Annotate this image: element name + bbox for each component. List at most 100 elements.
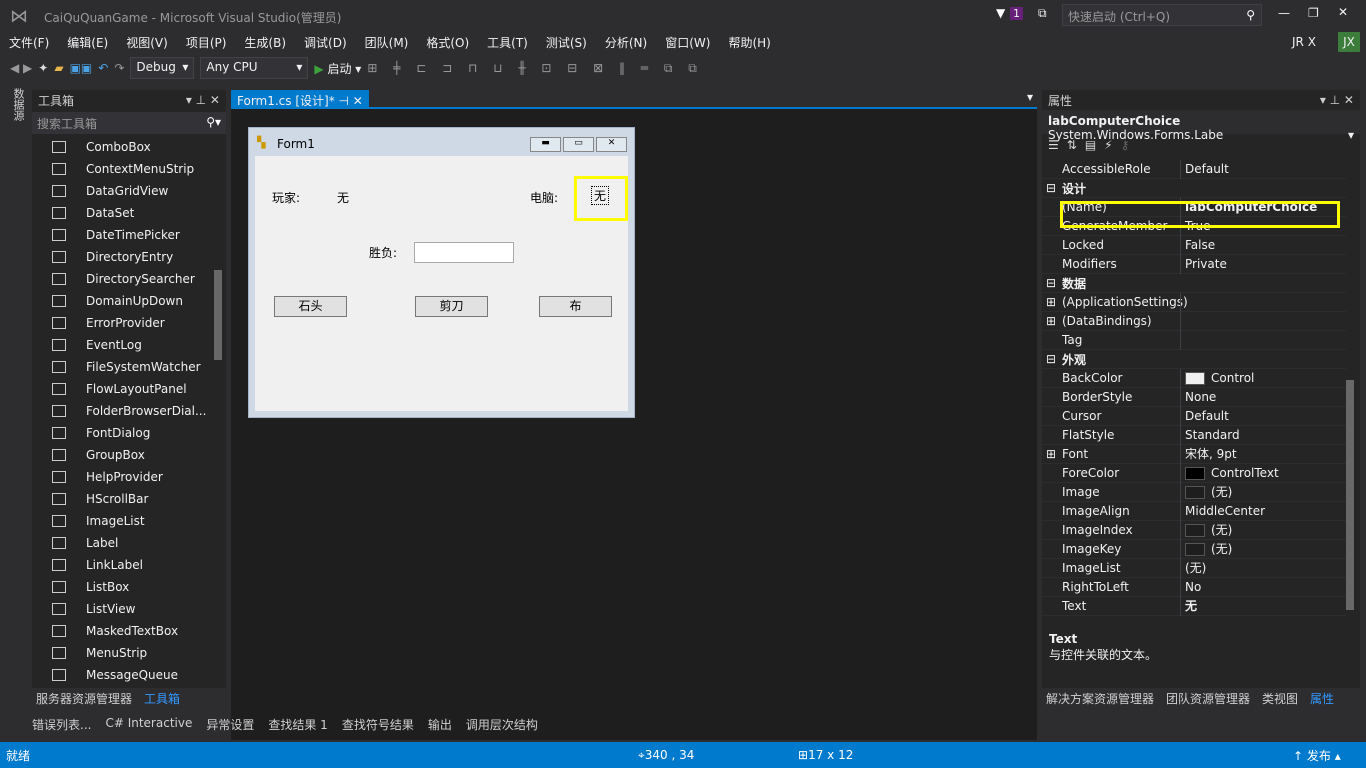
property-value[interactable]: Standard <box>1180 425 1346 445</box>
property-row[interactable]: Modifiers Private <box>1042 254 1346 274</box>
result-label[interactable]: 胜负: <box>369 244 397 261</box>
menu-item[interactable]: 项目(P) <box>177 32 236 52</box>
toolbox-item[interactable]: ImageList <box>32 510 226 532</box>
property-row[interactable]: ImageIndex (无) <box>1042 520 1346 540</box>
toolbox-item[interactable]: DirectoryEntry <box>32 246 226 268</box>
toolbox-item[interactable]: ListView <box>32 598 226 620</box>
property-value[interactable]: None <box>1180 387 1346 407</box>
bottom-tab[interactable]: 异常设置 <box>202 716 258 733</box>
result-textbox[interactable] <box>414 242 514 263</box>
redo-icon[interactable]: ↷ <box>114 61 124 75</box>
property-row[interactable]: FlatStyle Standard <box>1042 425 1346 445</box>
toolbox-item[interactable]: FontDialog <box>32 422 226 444</box>
properties-tab[interactable]: 解决方案资源管理器 <box>1042 690 1158 707</box>
property-value[interactable]: Default <box>1180 406 1346 426</box>
property-row[interactable]: ImageAlign MiddleCenter <box>1042 501 1346 521</box>
minimize-button[interactable]: — <box>1278 6 1290 20</box>
property-value[interactable]: (无) <box>1180 539 1346 559</box>
toolbox-item[interactable]: FileSystemWatcher <box>32 356 226 378</box>
menu-item[interactable]: 窗口(W) <box>656 32 719 52</box>
quick-launch-input[interactable]: 快速启动 (Ctrl+Q) ⚲ <box>1062 4 1262 26</box>
property-value[interactable]: MiddleCenter <box>1180 501 1346 521</box>
menu-item[interactable]: 分析(N) <box>596 32 656 52</box>
property-category[interactable]: ⊟ 设计 <box>1042 179 1346 198</box>
menu-item[interactable]: 编辑(E) <box>58 32 117 52</box>
property-value[interactable]: ControlText <box>1180 463 1346 483</box>
categorized-icon[interactable]: ☰ <box>1048 138 1067 152</box>
bottom-tab[interactable]: 调用层次结构 <box>462 716 542 733</box>
platform-dropdown[interactable]: Any CPU ▾ <box>200 57 309 79</box>
toolbox-item[interactable]: ContextMenuStrip <box>32 158 226 180</box>
bottom-tab[interactable]: 错误列表... <box>28 716 95 733</box>
property-value[interactable] <box>1180 292 1346 312</box>
events-icon[interactable]: ⚡ <box>1104 138 1120 152</box>
property-value[interactable]: (无) <box>1180 482 1346 502</box>
expand-icon[interactable]: ⊞ <box>1042 295 1058 309</box>
toolbox-item[interactable]: DirectorySearcher <box>32 268 226 290</box>
bottom-tab[interactable]: 查找符号结果 <box>338 716 418 733</box>
property-value[interactable]: (无) <box>1180 558 1346 578</box>
expand-icon[interactable]: ⊞ <box>1042 314 1058 328</box>
player-label[interactable]: 玩家: <box>272 189 300 206</box>
filter-icon[interactable]: ▼ <box>996 6 1005 20</box>
property-row[interactable]: Image (无) <box>1042 482 1346 502</box>
toolbox-item[interactable]: HScrollBar <box>32 488 226 510</box>
property-category[interactable]: ⊟ 外观 <box>1042 350 1346 369</box>
property-row[interactable]: ⊞ (ApplicationSettings) <box>1042 292 1346 312</box>
menu-item[interactable]: 测试(S) <box>537 32 596 52</box>
property-value[interactable]: Private <box>1180 254 1346 274</box>
tab-overflow-icon[interactable]: ▾ <box>1027 90 1033 104</box>
save-icon[interactable]: ▣▣ <box>70 61 93 75</box>
property-row[interactable]: BackColor Control <box>1042 368 1346 388</box>
property-value[interactable] <box>1180 311 1346 331</box>
property-row[interactable]: ⊞ Font 宋体, 9pt <box>1042 444 1346 464</box>
start-button[interactable]: ▶ 启动 ▾ <box>314 60 361 77</box>
new-project-icon[interactable]: ✦ <box>38 61 48 75</box>
user-name[interactable]: JR X <box>1292 35 1316 49</box>
toolbox-tab[interactable]: 工具箱 <box>140 690 184 707</box>
menu-item[interactable]: 团队(M) <box>356 32 418 52</box>
toolbox-item[interactable]: FolderBrowserDial... <box>32 400 226 422</box>
panel-controls[interactable]: ▾ ⊥ ✕ <box>186 93 220 107</box>
toolbox-item[interactable]: FlowLayoutPanel <box>32 378 226 400</box>
toolbox-item[interactable]: HelpProvider <box>32 466 226 488</box>
toolbox-item[interactable]: ErrorProvider <box>32 312 226 334</box>
toolbox-item[interactable]: ListBox <box>32 576 226 598</box>
panel-controls[interactable]: ▾ ⊥ ✕ <box>1320 93 1354 107</box>
property-pages-icon[interactable]: ⚷ <box>1121 138 1138 152</box>
property-row[interactable]: Tag <box>1042 330 1346 350</box>
feedback-icon[interactable]: ⧉ <box>1038 6 1047 21</box>
form-minimize-button[interactable]: ▬ <box>530 137 561 152</box>
property-scrollbar[interactable] <box>1346 380 1354 610</box>
property-row[interactable]: ForeColor ControlText <box>1042 463 1346 483</box>
player-choice-label[interactable]: 无 <box>337 189 349 206</box>
property-row[interactable]: AccessibleRole Default <box>1042 160 1346 179</box>
object-selector[interactable]: labComputerChoice System.Windows.Forms.L… <box>1042 110 1360 142</box>
paper-button[interactable]: 布 <box>539 296 612 317</box>
property-value[interactable]: (无) <box>1180 520 1346 540</box>
layout-toolbar-icons[interactable]: ⊞ ╪ ⊏ ⊐ ⊓ ⊔ ╫ ⊡ ⊟ ⊠ ‖ ═ ⧉ ⧉ <box>367 61 702 76</box>
menu-item[interactable]: 工具(T) <box>478 32 537 52</box>
computer-label[interactable]: 电脑: <box>530 189 558 206</box>
property-value[interactable]: 无 <box>1180 596 1346 616</box>
config-dropdown[interactable]: Debug ▾ <box>130 57 195 79</box>
notification-badge[interactable]: 1 <box>1010 7 1023 20</box>
rock-button[interactable]: 石头 <box>274 296 347 317</box>
bottom-tab[interactable]: C# Interactive <box>101 716 196 733</box>
scissors-button[interactable]: 剪刀 <box>415 296 488 317</box>
form-maximize-button[interactable]: ▭ <box>563 137 594 152</box>
toolbox-item[interactable]: Label <box>32 532 226 554</box>
data-sources-tab[interactable]: 数据源 <box>8 88 26 121</box>
open-icon[interactable]: ▰ <box>54 61 63 75</box>
property-row[interactable]: ImageKey (无) <box>1042 539 1346 559</box>
menu-item[interactable]: 生成(B) <box>235 32 295 52</box>
menu-item[interactable]: 帮助(H) <box>719 32 779 52</box>
menu-item[interactable]: 调试(D) <box>295 32 356 52</box>
property-value[interactable]: Control <box>1180 368 1346 388</box>
avatar[interactable]: JX <box>1338 32 1360 52</box>
bottom-tab[interactable]: 输出 <box>424 716 456 733</box>
toolbox-item[interactable]: LinkLabel <box>32 554 226 576</box>
toolbox-item[interactable]: GroupBox <box>32 444 226 466</box>
properties-tab[interactable]: 类视图 <box>1258 690 1302 707</box>
form1-window[interactable]: ▚ Form1 ▬ ▭ ✕ 玩家: 无 电脑: 无 胜负: 石头 剪刀 布 <box>248 127 635 418</box>
